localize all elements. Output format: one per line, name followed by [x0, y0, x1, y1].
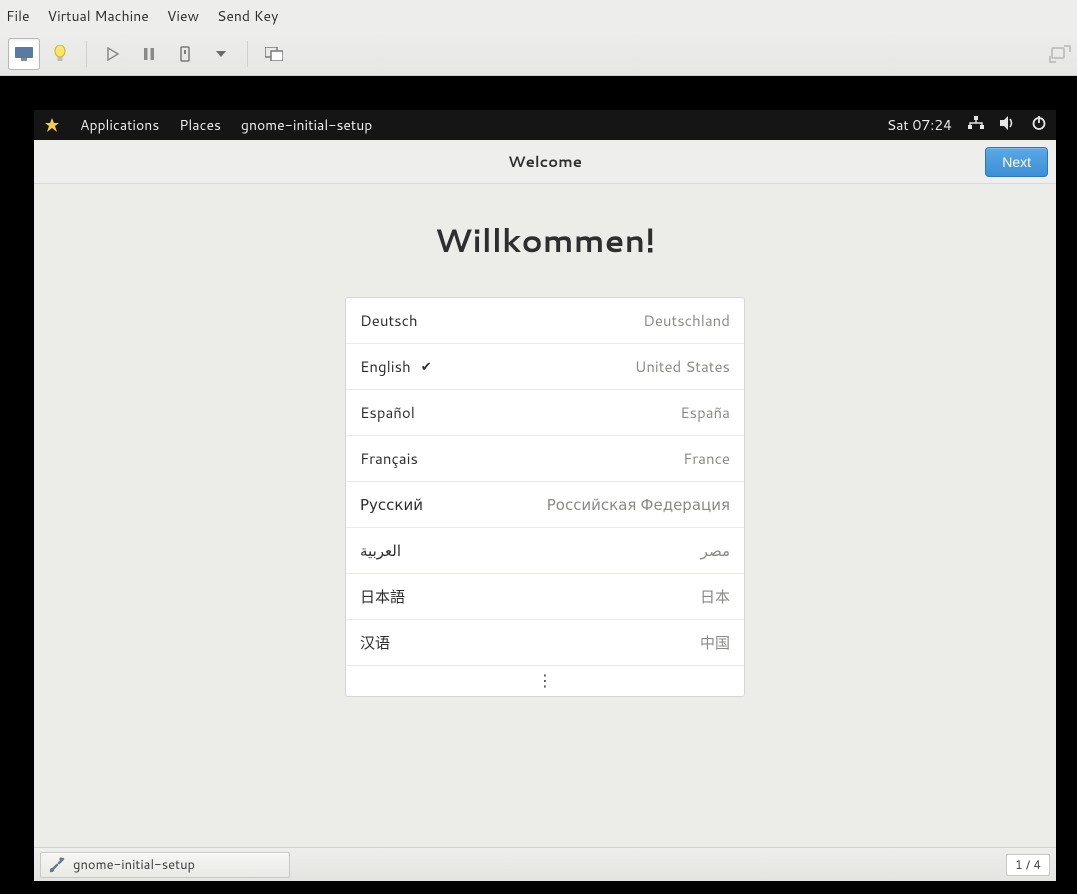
shutdown-button[interactable]: [169, 38, 201, 70]
guest-display-area: Applications Places gnome-initial-setup …: [0, 76, 1077, 894]
language-region: 中国: [700, 632, 730, 653]
workspace-pager[interactable]: 1 / 4: [1006, 854, 1050, 876]
toolbar-separator: [86, 41, 87, 67]
language-row-russian[interactable]: Русский Российская Федерация: [346, 482, 744, 528]
content-area: Willkommen! Deutsch Deutschland English …: [34, 184, 1056, 847]
network-icon[interactable]: [968, 115, 984, 135]
language-label: Русский: [360, 494, 423, 515]
taskbar-item-initial-setup[interactable]: gnome-initial-setup: [40, 852, 290, 878]
page-title: Welcome: [508, 151, 582, 172]
language-row-deutsch[interactable]: Deutsch Deutschland: [346, 298, 744, 344]
language-region: 日本: [700, 586, 730, 607]
language-row-english[interactable]: English ✔ United States: [346, 344, 744, 390]
language-label: Español: [360, 402, 415, 423]
volume-icon[interactable]: [1000, 115, 1016, 135]
language-row-japanese[interactable]: 日本語 日本: [346, 574, 744, 620]
language-row-espanol[interactable]: Español España: [346, 390, 744, 436]
console-button[interactable]: [8, 38, 40, 70]
host-toolbar: [0, 32, 1077, 76]
language-label: العربية: [360, 540, 401, 561]
dropdown-arrow-icon[interactable]: [205, 38, 237, 70]
language-label: 汉语: [360, 632, 390, 653]
language-region: Deutschland: [643, 310, 730, 331]
gnome-topbar: Applications Places gnome-initial-setup …: [34, 110, 1056, 140]
language-region: Российская Федерация: [547, 494, 730, 515]
language-row-chinese[interactable]: 汉语 中国: [346, 620, 744, 666]
menu-virtual-machine[interactable]: Virtual Machine: [48, 6, 149, 26]
language-region: United States: [635, 356, 730, 377]
topbar-applications[interactable]: Applications: [80, 115, 159, 135]
guest-screen: Applications Places gnome-initial-setup …: [34, 110, 1056, 881]
more-icon: ⋮: [537, 678, 553, 684]
language-row-francais[interactable]: Français France: [346, 436, 744, 482]
resize-display-icon[interactable]: [1049, 45, 1071, 63]
topbar-places[interactable]: Places: [179, 115, 221, 135]
check-icon: ✔: [421, 358, 432, 376]
language-label: Français: [360, 448, 418, 469]
language-label: English ✔: [360, 356, 432, 377]
language-region: France: [683, 448, 730, 469]
tools-icon: [49, 857, 65, 873]
language-row-arabic[interactable]: العربية مصر: [346, 528, 744, 574]
language-label: Deutsch: [360, 310, 418, 331]
pause-button[interactable]: [133, 38, 165, 70]
language-region: مصر: [701, 540, 730, 561]
language-more-button[interactable]: ⋮: [346, 666, 744, 696]
topbar-clock: Sat 07:24: [887, 115, 952, 135]
menu-file[interactable]: File: [6, 6, 30, 26]
menu-view[interactable]: View: [167, 6, 199, 26]
language-region: España: [680, 402, 730, 423]
guest-taskbar: gnome-initial-setup 1 / 4: [34, 847, 1056, 881]
window-header: Welcome Next: [34, 140, 1056, 184]
next-button[interactable]: Next: [985, 147, 1048, 177]
language-list: Deutsch Deutschland English ✔ United Sta…: [345, 297, 745, 697]
play-button[interactable]: [97, 38, 129, 70]
activities-icon[interactable]: [44, 117, 60, 133]
language-label: 日本語: [360, 586, 405, 607]
welcome-heading: Willkommen!: [34, 218, 1056, 263]
fullscreen-button[interactable]: [258, 38, 290, 70]
menu-send-key[interactable]: Send Key: [217, 6, 278, 26]
lightbulb-icon[interactable]: [44, 38, 76, 70]
host-menubar: File Virtual Machine View Send Key: [0, 0, 1077, 32]
taskbar-item-label: gnome-initial-setup: [73, 856, 195, 874]
topbar-app-name[interactable]: gnome-initial-setup: [241, 115, 372, 135]
power-icon[interactable]: [1032, 115, 1046, 135]
toolbar-separator: [247, 41, 248, 67]
